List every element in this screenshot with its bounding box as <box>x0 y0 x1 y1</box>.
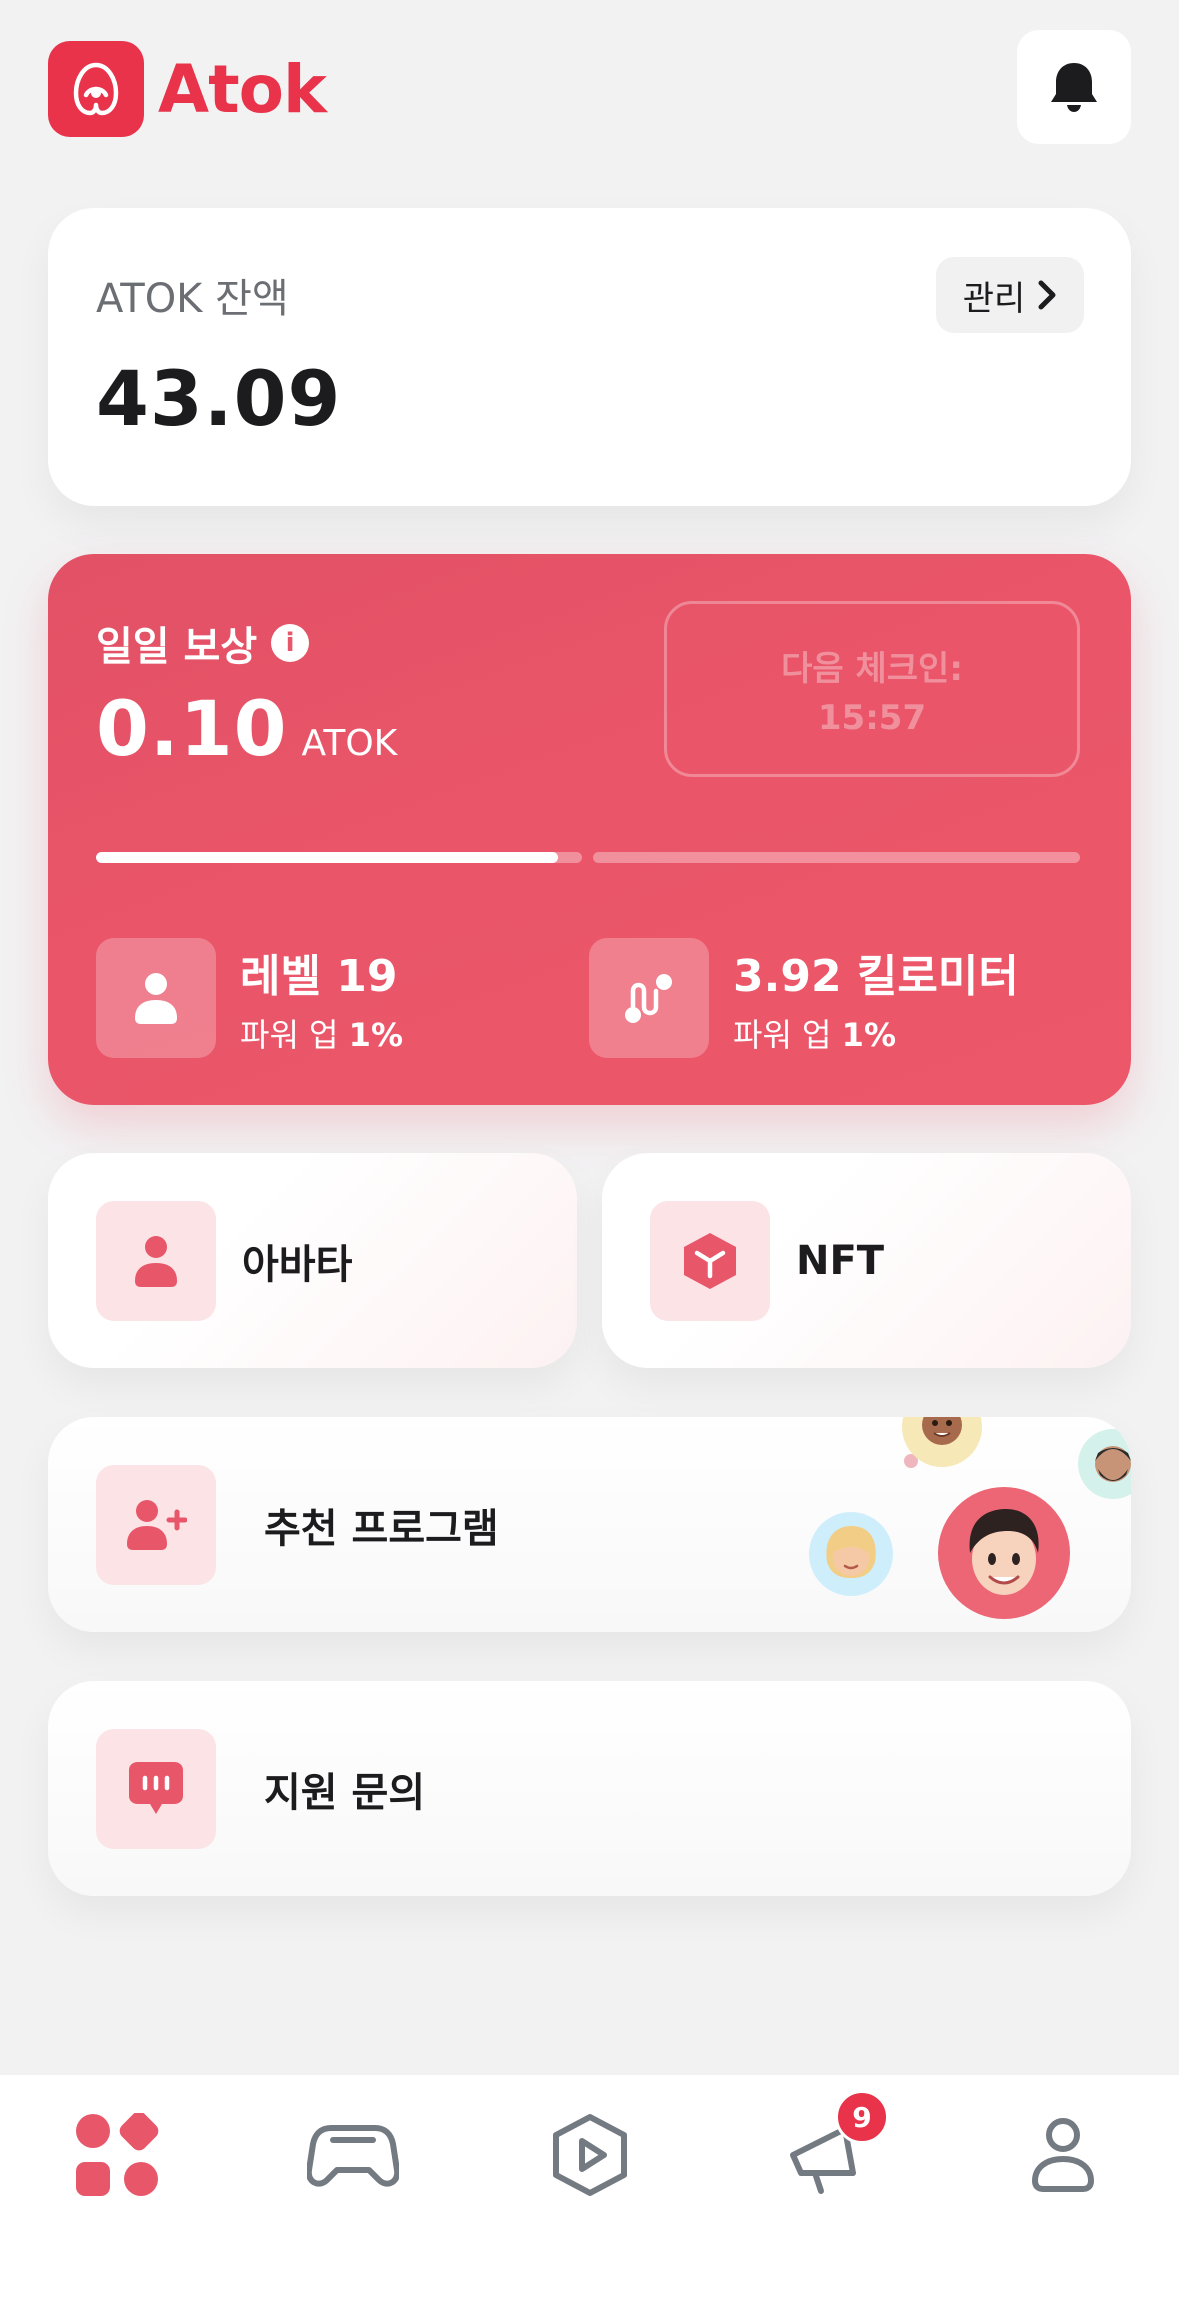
support-card[interactable]: 지원 문의 <box>48 1681 1131 1896</box>
manage-label: 관리 <box>962 278 1026 319</box>
notification-badge: 9 <box>835 2090 889 2144</box>
reward-value: 0.10 <box>96 684 288 773</box>
nft-tile[interactable]: NFT <box>602 1153 1131 1368</box>
distance-label: 3.92 킬로미터 <box>733 951 1019 1002</box>
daily-reward-card: 일일 보상 i 0.10 ATOK 다음 체크인: 15:57 레벨 19 파워… <box>48 554 1131 1105</box>
home-icon <box>76 2113 159 2196</box>
distance-stat: 3.92 킬로미터 파워 업 1% <box>589 938 1019 1058</box>
nft-label: NFT <box>796 1238 885 1284</box>
tab-home[interactable] <box>63 2105 173 2205</box>
progress-bar-segment-2 <box>593 852 1080 863</box>
add-user-icon <box>127 1500 187 1550</box>
progress-fill-1 <box>96 852 558 863</box>
atok-logo-icon <box>73 62 119 116</box>
checkin-time: 15:57 <box>817 697 927 738</box>
progress-bar-segment-1 <box>96 852 582 863</box>
distance-powerup: 파워 업 1% <box>733 1016 896 1054</box>
person-icon <box>135 1236 177 1287</box>
next-checkin-box: 다음 체크인: 15:57 <box>664 601 1080 777</box>
referral-icon-box <box>96 1465 216 1585</box>
bell-icon <box>1051 63 1097 112</box>
tab-games[interactable] <box>298 2105 408 2205</box>
reward-title: 일일 보상 i <box>96 614 310 672</box>
cube-icon <box>684 1233 736 1289</box>
info-icon[interactable]: i <box>271 624 310 662</box>
level-label: 레벨 19 <box>240 951 398 1002</box>
avatar-face-icon <box>809 1512 893 1596</box>
balance-label: ATOK 잔액 <box>96 276 289 322</box>
support-icon-box <box>96 1729 216 1849</box>
route-icon <box>625 974 672 1023</box>
brand-name: Atok <box>158 51 327 128</box>
reward-unit: ATOK <box>301 723 398 764</box>
gamepad-icon <box>307 2125 399 2187</box>
checkin-label: 다음 체크인: <box>781 648 963 689</box>
reward-amount: 0.10 ATOK <box>96 684 397 773</box>
notifications-button[interactable] <box>1017 30 1131 144</box>
tab-profile[interactable] <box>1008 2105 1118 2205</box>
person-icon <box>135 973 177 1024</box>
chat-bubble-icon <box>129 1762 183 1814</box>
avatar-face-icon <box>902 1417 982 1467</box>
avatar-tile[interactable]: 아바타 <box>48 1153 577 1368</box>
balance-value: 43.09 <box>96 354 342 443</box>
distance-icon-box <box>589 938 709 1058</box>
play-icon <box>553 2114 627 2196</box>
manage-button[interactable]: 관리 <box>936 257 1084 333</box>
balance-card: ATOK 잔액 43.09 관리 <box>48 208 1131 506</box>
level-icon-box <box>96 938 216 1058</box>
avatar-face-icon <box>1078 1429 1131 1499</box>
app-logo <box>48 41 144 137</box>
referral-label: 추천 프로그램 <box>264 1506 499 1552</box>
chevron-right-icon <box>1038 280 1056 310</box>
avatar-label: 아바타 <box>242 1242 353 1288</box>
referral-card[interactable]: 추천 프로그램 <box>48 1417 1131 1632</box>
tab-play[interactable] <box>535 2105 645 2205</box>
nft-icon-box <box>650 1201 770 1321</box>
level-stat: 레벨 19 파워 업 1% <box>96 938 403 1058</box>
support-label: 지원 문의 <box>264 1770 426 1816</box>
avatar-face-icon <box>938 1487 1070 1619</box>
reward-title-text: 일일 보상 <box>96 624 258 670</box>
level-powerup: 파워 업 1% <box>240 1016 403 1054</box>
profile-icon <box>1032 2118 1094 2192</box>
avatar-icon-box <box>96 1201 216 1321</box>
